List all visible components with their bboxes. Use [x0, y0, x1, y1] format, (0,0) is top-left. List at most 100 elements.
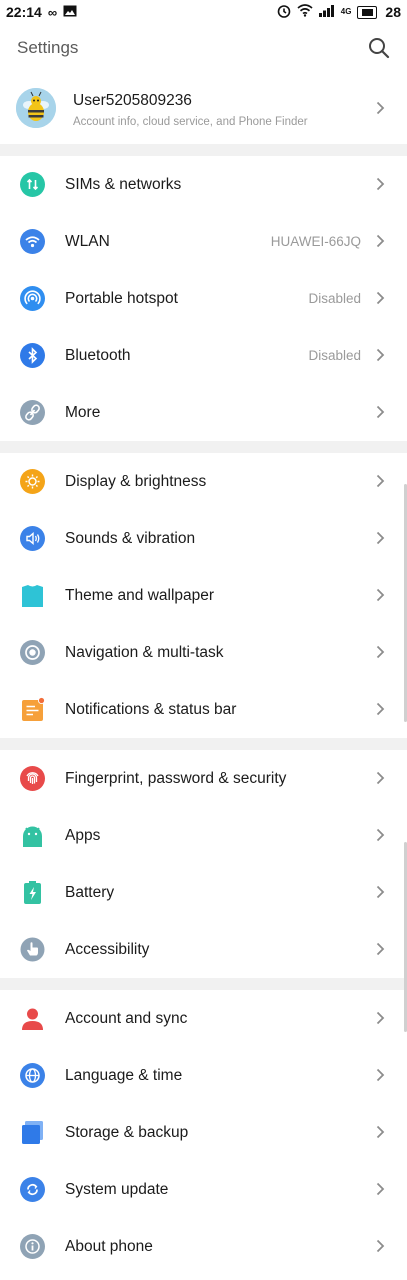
chevron-right-icon [376, 828, 385, 842]
chevron-right-icon [376, 1239, 385, 1253]
status-bar: 22:14 ∞ 4G 28 [0, 0, 407, 24]
settings-item-more[interactable]: More [0, 384, 407, 441]
settings-item-label: Language & time [65, 1066, 183, 1084]
wifi-icon [20, 229, 45, 254]
settings-list: SIMs & networks WLAN HUAWEI-66JQ Portable h… [0, 156, 407, 1275]
storage-icon [20, 1120, 45, 1145]
settings-item-wlan[interactable]: WLAN HUAWEI-66JQ [0, 213, 407, 270]
hand-icon [20, 937, 45, 962]
chevron-right-icon [376, 1011, 385, 1025]
sim-icon [20, 172, 45, 197]
chevron-right-icon [376, 177, 385, 191]
settings-item-accessibility[interactable]: Accessibility [0, 921, 407, 978]
chevron-right-icon [376, 1068, 385, 1082]
bluetooth-icon [20, 343, 45, 368]
sun-icon [20, 469, 45, 494]
section-divider [0, 441, 407, 453]
alarm-icon [277, 4, 291, 21]
settings-item-sounds-vibration[interactable]: Sounds & vibration [0, 510, 407, 567]
chevron-right-icon [376, 702, 385, 716]
chevron-right-icon [376, 405, 385, 419]
settings-item-theme-and-wallpaper[interactable]: Theme and wallpaper [0, 567, 407, 624]
settings-item-storage-backup[interactable]: Storage & backup [0, 1104, 407, 1161]
settings-item-label: SIMs & networks [65, 175, 182, 193]
signal-icon [318, 4, 335, 20]
speaker-icon [20, 526, 45, 551]
navigation-icon [20, 640, 45, 665]
settings-item-label: WLAN [65, 232, 110, 250]
settings-item-label: Storage & backup [65, 1123, 189, 1141]
app-bar: Settings [0, 24, 407, 72]
image-icon [63, 4, 77, 20]
chevron-right-icon [376, 885, 385, 899]
settings-item-label: Battery [65, 883, 115, 901]
settings-item-value: HUAWEI-66JQ [270, 234, 361, 249]
profile-card[interactable]: User5205809236 Account info, cloud servi… [0, 72, 407, 144]
settings-item-label: Theme and wallpaper [65, 586, 215, 604]
wifi-status-icon [297, 4, 313, 20]
status-time: 22:14 [6, 4, 42, 20]
chevron-right-icon [376, 771, 385, 785]
chevron-right-icon [376, 645, 385, 659]
settings-item-label: More [65, 403, 101, 421]
settings-item-navigation-multi-task[interactable]: Navigation & multi-task [0, 624, 407, 681]
shirt-icon [20, 583, 45, 608]
chevron-right-icon [376, 348, 385, 362]
avatar [16, 88, 56, 128]
settings-item-sims-networks[interactable]: SIMs & networks [0, 156, 407, 213]
link-icon [20, 400, 45, 425]
fingerprint-icon [20, 766, 45, 791]
settings-item-value: Disabled [308, 348, 361, 363]
settings-item-account-and-sync[interactable]: Account and sync [0, 990, 407, 1047]
chevron-right-icon [376, 474, 385, 488]
settings-item-label: Notifications & status bar [65, 700, 237, 718]
settings-item-label: Bluetooth [65, 346, 131, 364]
profile-subtitle: Account info, cloud service, and Phone F… [73, 116, 308, 128]
settings-item-apps[interactable]: Apps [0, 807, 407, 864]
globe-icon [20, 1063, 45, 1088]
android-icon [20, 823, 45, 848]
chevron-right-icon [376, 588, 385, 602]
settings-item-label: System update [65, 1180, 169, 1198]
battery-icon-status [357, 5, 378, 19]
settings-item-system-update[interactable]: System update [0, 1161, 407, 1218]
settings-item-display-brightness[interactable]: Display & brightness [0, 453, 407, 510]
chevron-right-icon [376, 942, 385, 956]
settings-item-label: Fingerprint, password & security [65, 769, 287, 787]
settings-item-label: Portable hotspot [65, 289, 178, 307]
settings-item-label: Accessibility [65, 940, 150, 958]
section-divider [0, 738, 407, 750]
search-icon[interactable] [368, 37, 390, 59]
chevron-right-icon [376, 531, 385, 545]
chevron-right-icon [376, 291, 385, 305]
info-icon [20, 1234, 45, 1259]
settings-item-bluetooth[interactable]: Bluetooth Disabled [0, 327, 407, 384]
battery-level: 28 [385, 4, 401, 20]
settings-item-fingerprint-password-security[interactable]: Fingerprint, password & security [0, 750, 407, 807]
page-title: Settings [17, 38, 79, 57]
infinity-icon: ∞ [47, 4, 58, 20]
settings-item-about-phone[interactable]: About phone [0, 1218, 407, 1275]
settings-item-language-time[interactable]: Language & time [0, 1047, 407, 1104]
settings-item-label: Account and sync [65, 1009, 188, 1027]
settings-item-label: Navigation & multi-task [65, 643, 224, 661]
profile-name: User5205809236 [73, 92, 192, 109]
chevron-right-icon [376, 101, 385, 115]
section-divider [0, 978, 407, 990]
settings-item-notifications-status-bar[interactable]: Notifications & status bar [0, 681, 407, 738]
section-divider [0, 144, 407, 156]
settings-item-battery[interactable]: Battery [0, 864, 407, 921]
settings-item-label: Display & brightness [65, 472, 207, 490]
chevron-right-icon [376, 234, 385, 248]
settings-item-label: About phone [65, 1237, 153, 1255]
chevron-right-icon [376, 1182, 385, 1196]
settings-item-label: Apps [65, 826, 101, 844]
person-icon [20, 1006, 45, 1031]
chevron-right-icon [376, 1125, 385, 1139]
settings-item-value: Disabled [308, 291, 361, 306]
battery-icon [20, 880, 45, 905]
notification-icon [20, 697, 45, 722]
settings-item-label: Sounds & vibration [65, 529, 196, 547]
settings-item-portable-hotspot[interactable]: Portable hotspot Disabled [0, 270, 407, 327]
hotspot-icon [20, 286, 45, 311]
